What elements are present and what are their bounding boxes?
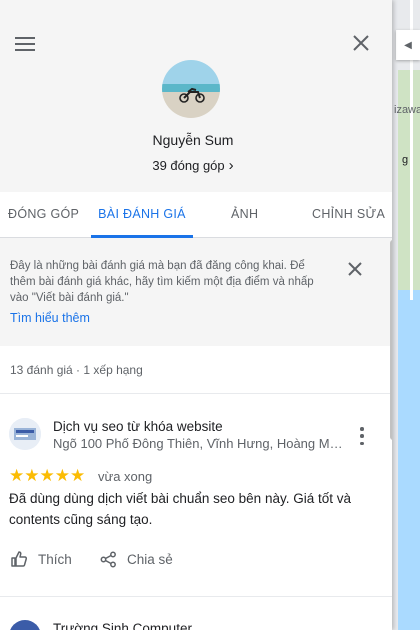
panel-scrollbar[interactable] — [390, 240, 392, 440]
like-button[interactable]: Thích — [10, 548, 72, 570]
tab-contributions[interactable]: ĐÓNG GÓP — [8, 192, 79, 238]
close-icon[interactable] — [350, 32, 372, 54]
map-label: g — [402, 154, 409, 166]
divider — [0, 596, 392, 597]
place-name[interactable]: Dịch vụ seo từ khóa website — [53, 419, 223, 434]
place-name[interactable]: Trường Sinh Computer — [53, 621, 192, 630]
map-water — [398, 290, 420, 630]
avatar[interactable] — [162, 60, 220, 118]
divider — [0, 393, 392, 394]
share-button[interactable]: Chia sẻ — [100, 548, 173, 570]
thumb-up-icon — [11, 551, 28, 567]
learn-more-link[interactable]: Tìm hiểu thêm — [10, 311, 90, 325]
star-rating: ★★★★★ — [9, 466, 86, 485]
share-icon — [100, 551, 116, 567]
review-time: vừa xong — [98, 469, 153, 484]
more-vert-icon[interactable] — [356, 427, 368, 445]
close-icon[interactable] — [346, 260, 364, 278]
tab-photos[interactable]: ẢNH — [231, 192, 258, 238]
review-text: Đã dùng dùng dịch viết bài chuẩn seo bên… — [9, 491, 351, 527]
chevron-left-icon: ◀ — [404, 39, 412, 51]
chevron-right-icon: › — [228, 157, 234, 174]
review-summary: 13 đánh giá · 1 xếp hạng — [10, 363, 143, 377]
place-avatar[interactable] — [9, 418, 41, 450]
contributions-link[interactable]: 39 đóng góp › — [0, 157, 386, 174]
profile-name: Nguyễn Sum — [152, 132, 234, 148]
menu-icon[interactable] — [14, 34, 36, 54]
tab-edits[interactable]: CHỈNH SỬA — [312, 192, 385, 238]
like-label: Thích — [38, 551, 72, 567]
profile-panel: Nguyễn Sum 39 đóng góp › ĐÓNG GÓP BÀI ĐÁN… — [0, 0, 392, 630]
map-view[interactable]: izawa g — [392, 0, 420, 630]
profile-header: Nguyễn Sum 39 đóng góp › — [0, 0, 392, 192]
share-label: Chia sẻ — [127, 551, 173, 567]
tab-reviews[interactable]: BÀI ĐÁNH GIÁ — [91, 192, 193, 238]
map-label: izawa — [394, 104, 420, 116]
profile-tabs: ĐÓNG GÓP BÀI ĐÁNH GIÁ ẢNH CHỈNH SỬA — [0, 192, 392, 238]
info-notice: Đây là những bài đánh giá mà bạn đã đăng… — [0, 238, 392, 346]
place-avatar[interactable] — [9, 620, 41, 630]
info-text: Đây là những bài đánh giá mà bạn đã đăng… — [10, 260, 314, 304]
place-address: Ngõ 100 Phố Đông Thiên, Vĩnh Hưng, Hoàng… — [53, 436, 347, 451]
collapse-panel-button[interactable]: ◀ — [396, 30, 420, 60]
contributions-count: 39 đóng góp — [152, 158, 225, 173]
